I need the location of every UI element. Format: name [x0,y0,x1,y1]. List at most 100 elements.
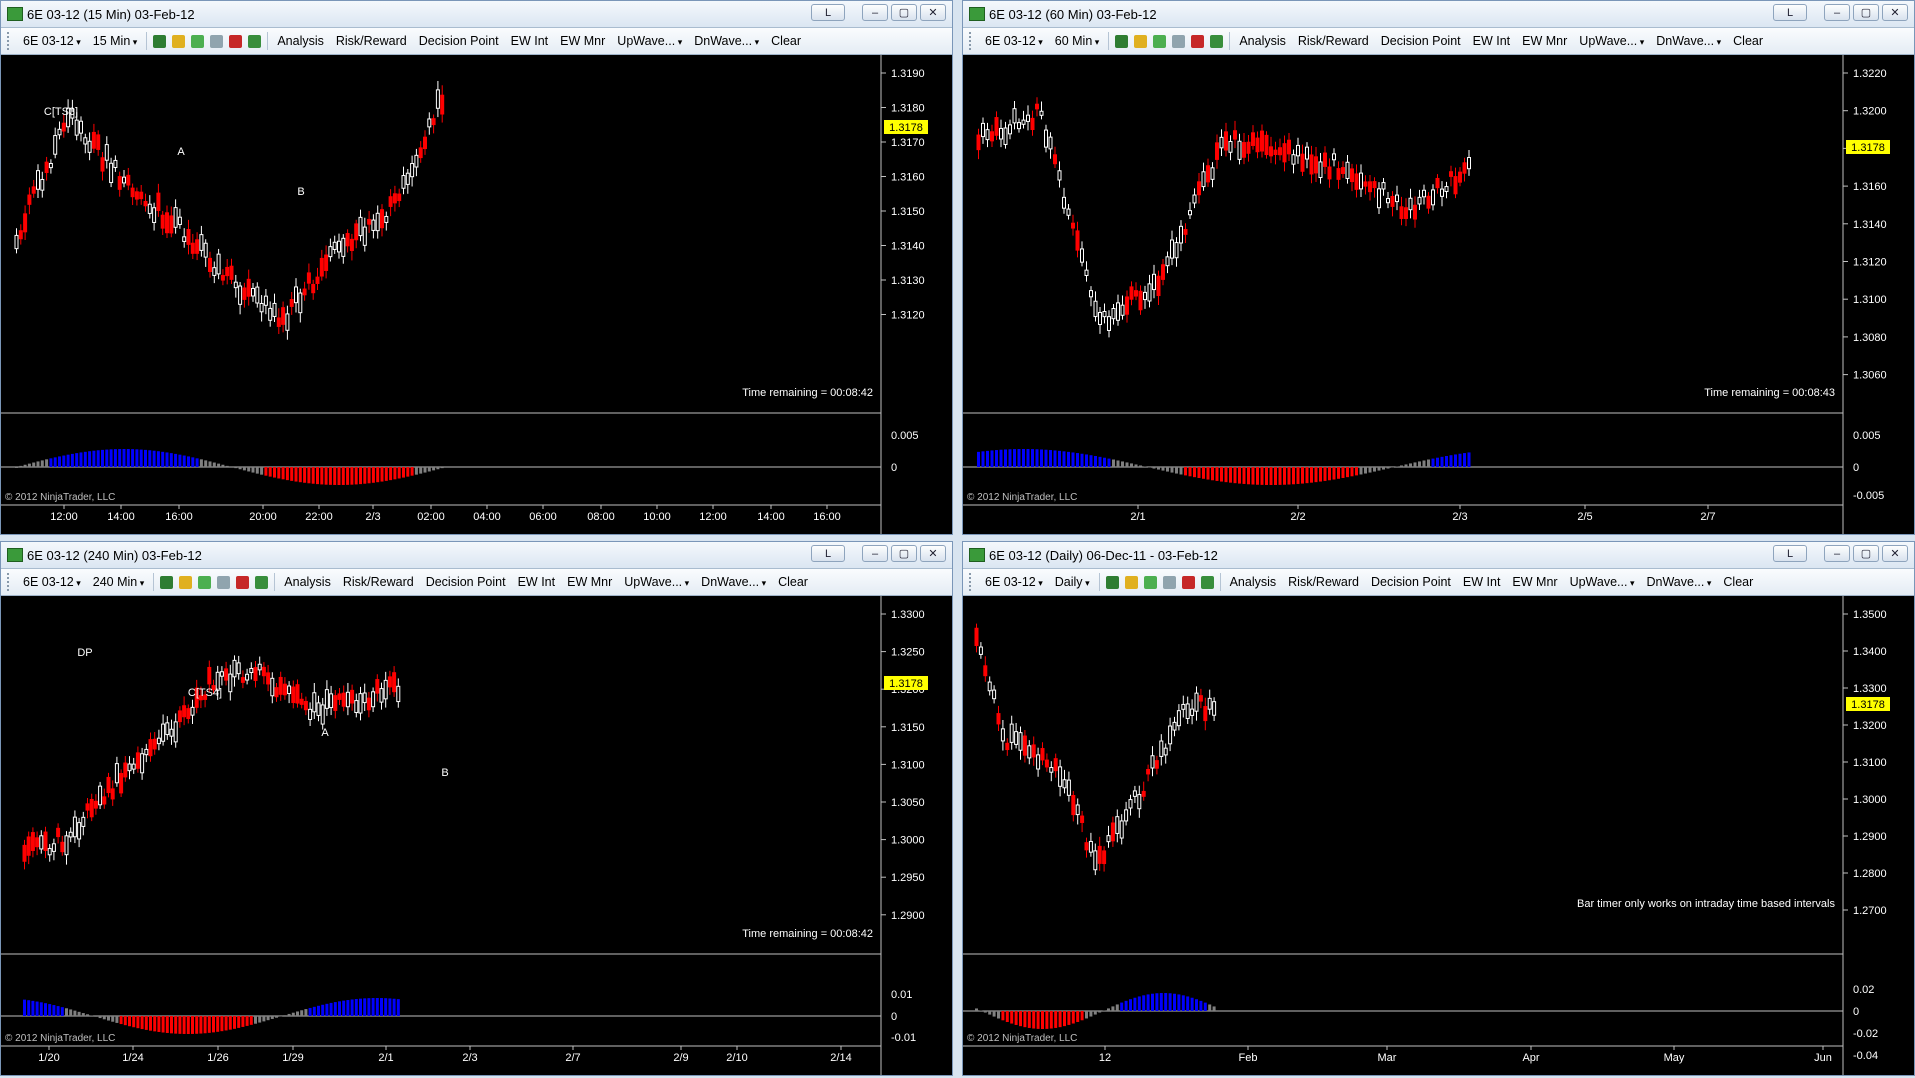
maximize-icon[interactable]: ▢ [891,545,917,562]
zoom-icon[interactable] [1172,34,1186,48]
interval-selector[interactable]: 15 Min [87,34,144,48]
pencil-icon[interactable] [1134,34,1148,48]
chart-window-60min[interactable]: 6E 03-12 (60 Min) 03-Feb-12 L – ▢ ✕ 6E 0… [962,0,1915,535]
ew-int-button[interactable]: EW Int [1467,34,1517,48]
dnwave-dropdown[interactable]: DnWave... [695,575,772,589]
close-icon[interactable]: ✕ [920,545,946,562]
data-box-icon[interactable] [255,575,269,589]
analysis-button[interactable]: Analysis [1233,34,1292,48]
link-button[interactable]: L [811,545,845,562]
decision-point-button[interactable]: Decision Point [413,34,505,48]
dnwave-dropdown[interactable]: DnWave... [1650,34,1727,48]
clear-button[interactable]: Clear [765,34,807,48]
clear-button[interactable]: Clear [1727,34,1769,48]
chart-area[interactable]: 1.3190 1.3180 1.3170 1.3160 1.3150 1.3140 1.31… [1,55,952,534]
instrument-selector[interactable]: 6E 03-12 [17,575,87,589]
link-button[interactable]: L [1773,4,1807,21]
properties-icon[interactable] [1191,34,1205,48]
minimize-icon[interactable]: – [1824,545,1850,562]
window-titlebar[interactable]: 6E 03-12 (15 Min) 03-Feb-12 L – ▢ ✕ [1,1,952,28]
minimize-icon[interactable]: – [862,545,888,562]
chart-window-daily[interactable]: 6E 03-12 (Daily) 06-Dec-11 - 03-Feb-12 L… [962,541,1915,1076]
link-button[interactable]: L [1773,545,1807,562]
window-titlebar[interactable]: 6E 03-12 (60 Min) 03-Feb-12 L – ▢ ✕ [963,1,1914,28]
properties-icon[interactable] [229,34,243,48]
close-icon[interactable]: ✕ [920,4,946,21]
pencil-icon[interactable] [172,34,186,48]
analysis-button[interactable]: Analysis [271,34,330,48]
window-titlebar[interactable]: 6E 03-12 (Daily) 06-Dec-11 - 03-Feb-12 L… [963,542,1914,569]
instrument-selector[interactable]: 6E 03-12 [979,34,1049,48]
chart-area[interactable]: 1.3300 1.3250 1.3200 1.3150 1.3100 1.3050 1.30… [1,596,952,1075]
clear-button[interactable]: Clear [1717,575,1759,589]
window-titlebar[interactable]: 6E 03-12 (240 Min) 03-Feb-12 L – ▢ ✕ [1,542,952,569]
upwave-dropdown[interactable]: UpWave... [618,575,695,589]
properties-icon[interactable] [1181,575,1195,589]
maximize-icon[interactable]: ▢ [891,4,917,21]
crosshair-icon[interactable] [198,575,212,589]
chart-window-240min[interactable]: 6E 03-12 (240 Min) 03-Feb-12 L – ▢ ✕ 6E … [0,541,953,1076]
minimize-icon[interactable]: – [862,4,888,21]
instrument-selector[interactable]: 6E 03-12 [17,34,87,48]
ew-int-button[interactable]: EW Int [1457,575,1507,589]
chart-style-icon[interactable] [1105,575,1119,589]
chart-svg[interactable]: 1.3500 1.3400 1.3300 1.3200 1.3100 1.3000 1.29… [963,596,1914,1076]
analysis-button[interactable]: Analysis [1224,575,1283,589]
minimize-icon[interactable]: – [1824,4,1850,21]
analysis-button[interactable]: Analysis [278,575,337,589]
upwave-dropdown[interactable]: UpWave... [1564,575,1641,589]
ew-mnr-button[interactable]: EW Mnr [554,34,611,48]
zoom-icon[interactable] [210,34,224,48]
data-box-icon[interactable] [1200,575,1214,589]
decision-point-button[interactable]: Decision Point [1365,575,1457,589]
interval-selector[interactable]: 60 Min [1049,34,1106,48]
properties-icon[interactable] [236,575,250,589]
zoom-icon[interactable] [1162,575,1176,589]
toolbar-grip[interactable] [7,32,13,50]
toolbar-grip[interactable] [7,573,13,591]
chart-window-15min[interactable]: 6E 03-12 (15 Min) 03-Feb-12 L – ▢ ✕ 6E 0… [0,0,953,535]
crosshair-icon[interactable] [191,34,205,48]
decision-point-button[interactable]: Decision Point [1375,34,1467,48]
ew-mnr-button[interactable]: EW Mnr [561,575,618,589]
chart-style-icon[interactable] [153,34,167,48]
ew-mnr-button[interactable]: EW Mnr [1516,34,1573,48]
toolbar-grip[interactable] [969,573,975,591]
dnwave-dropdown[interactable]: DnWave... [688,34,765,48]
interval-selector[interactable]: 240 Min [87,575,151,589]
pencil-icon[interactable] [179,575,193,589]
crosshair-icon[interactable] [1143,575,1157,589]
link-button[interactable]: L [811,4,845,21]
ew-int-button[interactable]: EW Int [512,575,562,589]
maximize-icon[interactable]: ▢ [1853,545,1879,562]
crosshair-icon[interactable] [1153,34,1167,48]
upwave-dropdown[interactable]: UpWave... [611,34,688,48]
maximize-icon[interactable]: ▢ [1853,4,1879,21]
upwave-dropdown[interactable]: UpWave... [1573,34,1650,48]
chart-style-icon[interactable] [1115,34,1129,48]
pencil-icon[interactable] [1124,575,1138,589]
chart-area[interactable]: 1.32201.32001.31801.31601.31401.31201.31… [963,55,1914,534]
close-icon[interactable]: ✕ [1882,4,1908,21]
chart-svg[interactable]: 1.3190 1.3180 1.3170 1.3160 1.3150 1.3140 1.31… [1,55,952,535]
ew-int-button[interactable]: EW Int [505,34,555,48]
clear-button[interactable]: Clear [772,575,814,589]
ew-mnr-button[interactable]: EW Mnr [1506,575,1563,589]
dnwave-dropdown[interactable]: DnWave... [1640,575,1717,589]
interval-selector[interactable]: Daily [1049,575,1096,589]
risk-reward-button[interactable]: Risk/Reward [330,34,413,48]
chart-svg[interactable]: 1.32201.32001.31801.31601.31401.31201.31… [963,55,1914,535]
decision-point-button[interactable]: Decision Point [420,575,512,589]
risk-reward-button[interactable]: Risk/Reward [337,575,420,589]
chart-area[interactable]: 1.3500 1.3400 1.3300 1.3200 1.3100 1.3000 1.29… [963,596,1914,1075]
close-icon[interactable]: ✕ [1882,545,1908,562]
data-box-icon[interactable] [1210,34,1224,48]
toolbar-grip[interactable] [969,32,975,50]
chart-svg[interactable]: 1.33001.32501.32001.31501.31001.30501.30… [1,596,952,1076]
instrument-selector[interactable]: 6E 03-12 [979,575,1049,589]
zoom-icon[interactable] [217,575,231,589]
chart-style-icon[interactable] [160,575,174,589]
risk-reward-button[interactable]: Risk/Reward [1292,34,1375,48]
risk-reward-button[interactable]: Risk/Reward [1282,575,1365,589]
data-box-icon[interactable] [248,34,262,48]
